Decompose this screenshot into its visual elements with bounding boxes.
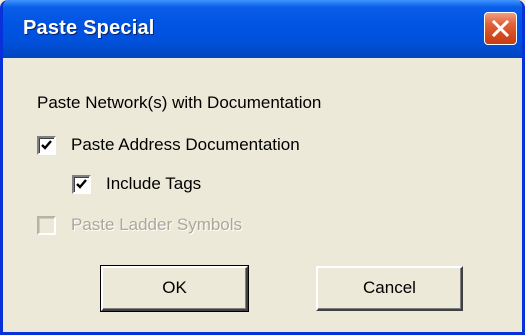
- close-button[interactable]: [484, 12, 517, 45]
- cancel-button[interactable]: Cancel: [316, 266, 463, 311]
- paste-special-dialog: Paste Special Paste Network(s) with Docu…: [0, 0, 525, 335]
- close-x-icon: [492, 20, 509, 37]
- ok-button[interactable]: OK: [100, 265, 249, 312]
- paste-ladder-symbols-checkbox: [37, 216, 56, 235]
- paste-ladder-symbols-label: Paste Ladder Symbols: [71, 215, 243, 234]
- dialog-heading: Paste Network(s) with Documentation: [37, 93, 322, 112]
- include-tags-option[interactable]: Include Tags: [72, 174, 272, 197]
- title-bar[interactable]: Paste Special: [3, 0, 522, 58]
- window-title: Paste Special: [23, 17, 155, 39]
- paste-ladder-symbols-option: Paste Ladder Symbols: [37, 215, 307, 238]
- paste-address-documentation-option[interactable]: Paste Address Documentation: [37, 135, 377, 158]
- checkmark-icon: [41, 140, 52, 150]
- checkmark-icon: [76, 179, 87, 189]
- include-tags-checkbox[interactable]: [72, 175, 91, 194]
- paste-address-documentation-label: Paste Address Documentation: [71, 135, 300, 154]
- include-tags-label: Include Tags: [106, 174, 202, 193]
- paste-address-documentation-checkbox[interactable]: [37, 136, 56, 155]
